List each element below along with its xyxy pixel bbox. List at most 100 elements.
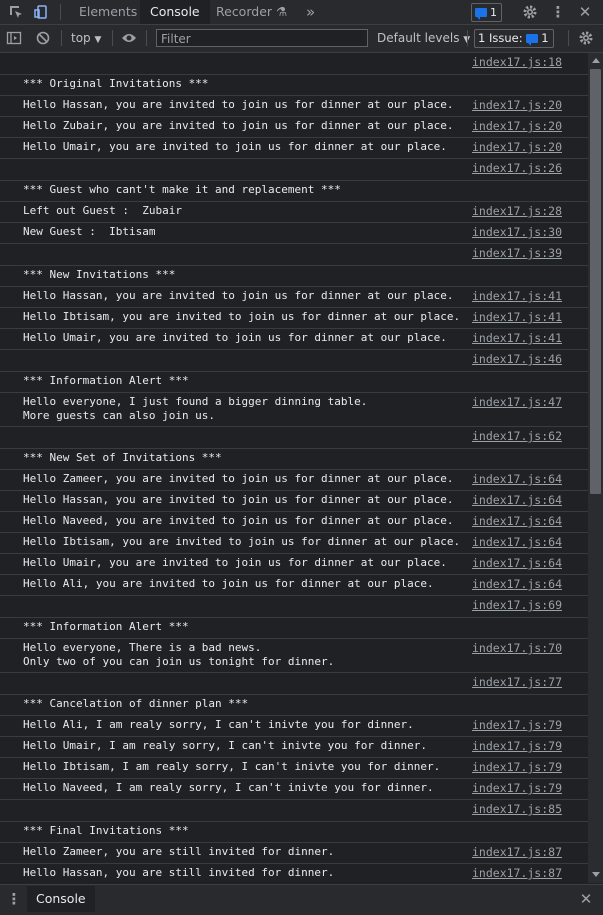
console-message-text: Hello Ibtisam, I am realy sorry, I can't… xyxy=(23,760,441,773)
source-link[interactable]: index17.js:70 xyxy=(472,641,562,655)
source-link[interactable]: index17.js:64 xyxy=(472,514,562,528)
source-link[interactable]: index17.js:64 xyxy=(472,556,562,570)
clear-console-icon[interactable] xyxy=(35,30,51,46)
log-levels-label: Default levels xyxy=(377,31,460,45)
console-message-text: Hello Zameer, you are still invited for … xyxy=(23,845,335,858)
source-link[interactable]: index17.js:77 xyxy=(472,675,562,689)
console-message-row: *** New Invitations *** xyxy=(0,266,588,287)
close-drawer-icon[interactable]: ✕ xyxy=(578,891,594,907)
console-message-row: Hello Zameer, you are invited to join us… xyxy=(0,470,588,491)
console-message-row: index17.js:18 xyxy=(0,53,588,75)
source-link[interactable]: index17.js:30 xyxy=(472,225,562,239)
inspect-element-icon[interactable] xyxy=(8,4,24,20)
console-message-text: *** New Invitations *** xyxy=(23,268,176,281)
console-message-row: Hello Hassan, you are still invited for … xyxy=(0,864,588,883)
source-link[interactable]: index17.js:64 xyxy=(472,493,562,507)
source-link[interactable]: index17.js:20 xyxy=(472,98,562,112)
issues-label: 1 Issue: xyxy=(478,31,523,45)
kebab-menu-icon[interactable]: ⋮ xyxy=(550,4,566,20)
issues-count: 1 xyxy=(541,31,549,45)
divider xyxy=(146,30,147,46)
divider xyxy=(568,30,569,46)
source-link[interactable]: index17.js:79 xyxy=(472,718,562,732)
console-message-text: Hello Naveed, I am realy sorry, I can't … xyxy=(23,781,434,794)
source-link[interactable]: index17.js:64 xyxy=(472,577,562,591)
scroll-up-icon[interactable] xyxy=(592,58,600,63)
console-message-row: *** Cancelation of dinner plan *** xyxy=(0,695,588,716)
console-message-text: *** Guest who cant't make it and replace… xyxy=(23,183,341,196)
console-message-row: Hello Umair, I am realy sorry, I can't i… xyxy=(0,737,588,758)
source-link[interactable]: index17.js:62 xyxy=(472,429,562,443)
console-message-text: Left out Guest : Zubair xyxy=(23,204,182,217)
source-link[interactable]: index17.js:20 xyxy=(472,140,562,154)
console-message-row: Hello everyone, I just found a bigger di… xyxy=(0,393,588,427)
console-message-text: Hello Hassan, you are invited to join us… xyxy=(23,98,454,111)
source-link[interactable]: index17.js:64 xyxy=(472,535,562,549)
context-label: top xyxy=(71,31,91,45)
tab-console[interactable]: Console xyxy=(140,0,210,24)
scroll-down-icon[interactable] xyxy=(592,872,600,877)
console-scrollbar[interactable] xyxy=(588,53,603,883)
console-output[interactable]: index17.js:18 *** Original Invitations **… xyxy=(0,53,588,883)
source-link[interactable]: index17.js:79 xyxy=(472,760,562,774)
source-link[interactable]: index17.js:79 xyxy=(472,739,562,753)
console-message-row: *** New Set of Invitations *** xyxy=(0,449,588,470)
console-message-text: Hello Naveed, you are invited to join us… xyxy=(23,514,454,527)
console-message-row: index17.js:39 xyxy=(0,244,588,266)
console-message-text: Hello Umair, you are invited to join us … xyxy=(23,140,447,153)
source-link[interactable]: index17.js:26 xyxy=(472,161,562,175)
console-message-row: index17.js:46 xyxy=(0,350,588,372)
source-link[interactable]: index17.js:41 xyxy=(472,331,562,345)
source-link[interactable]: index17.js:18 xyxy=(472,55,562,69)
issues-button[interactable]: 1 Issue: 1 xyxy=(474,29,554,48)
messages-badge[interactable]: 1 xyxy=(471,3,502,22)
context-selector[interactable]: top ▼ xyxy=(71,29,101,47)
source-link[interactable]: index17.js:39 xyxy=(472,246,562,260)
source-link[interactable]: index17.js:87 xyxy=(472,866,562,880)
console-message-row: index17.js:26 xyxy=(0,159,588,181)
drawer-menu-icon[interactable]: ⋮ xyxy=(6,891,22,907)
log-levels-dropdown[interactable]: Default levels ▼ xyxy=(377,29,470,47)
console-message-text: Hello Hassan, you are invited to join us… xyxy=(23,289,454,302)
source-link[interactable]: index17.js:47 xyxy=(472,395,562,409)
tab-elements[interactable]: Elements xyxy=(69,0,147,24)
console-message-text: Hello Ibtisam, you are invited to join u… xyxy=(23,310,461,323)
console-message-row: index17.js:62 xyxy=(0,427,588,449)
drawer-tab-console[interactable]: Console xyxy=(27,886,95,912)
sidebar-toggle-icon[interactable] xyxy=(6,30,22,46)
console-message-text: Hello everyone, I just found a bigger di… xyxy=(23,395,368,422)
tab-recorder[interactable]: Recorder ⚗ xyxy=(206,0,297,24)
device-toolbar-icon[interactable] xyxy=(33,4,49,20)
source-link[interactable]: index17.js:41 xyxy=(472,289,562,303)
filter-input[interactable]: Filter xyxy=(156,29,368,47)
console-message-row: Left out Guest : Zubair index17.js:28 xyxy=(0,202,588,223)
more-tabs-button[interactable]: » xyxy=(296,0,325,24)
source-link[interactable]: index17.js:79 xyxy=(472,781,562,795)
source-link[interactable]: index17.js:87 xyxy=(472,845,562,859)
message-icon xyxy=(475,8,487,20)
console-settings-gear-icon[interactable] xyxy=(578,30,594,46)
source-link[interactable]: index17.js:41 xyxy=(472,310,562,324)
console-message-text: New Guest : Ibtisam xyxy=(23,225,156,238)
console-message-text: Hello Ali, I am realy sorry, I can't ini… xyxy=(23,718,414,731)
source-link[interactable]: index17.js:46 xyxy=(472,352,562,366)
source-link[interactable]: index17.js:69 xyxy=(472,598,562,612)
source-link[interactable]: index17.js:28 xyxy=(472,204,562,218)
console-message-row: Hello Umair, you are invited to join us … xyxy=(0,138,588,159)
eye-icon[interactable] xyxy=(121,30,137,46)
console-message-text: Hello Umair, you are invited to join us … xyxy=(23,331,447,344)
source-link[interactable]: index17.js:20 xyxy=(472,119,562,133)
console-message-text: Hello Umair, I am realy sorry, I can't i… xyxy=(23,739,427,752)
bottom-drawer: ⋮ Console ✕ xyxy=(0,884,603,915)
divider xyxy=(112,30,113,46)
source-link[interactable]: index17.js:85 xyxy=(472,802,562,816)
source-link[interactable]: index17.js:64 xyxy=(472,472,562,486)
console-message-text: *** Final Invitations *** xyxy=(23,824,189,837)
scrollbar-thumb[interactable] xyxy=(590,69,601,494)
console-message-row: *** Information Alert *** xyxy=(0,372,588,393)
tab-recorder-label: Recorder xyxy=(216,4,273,19)
console-message-text: Hello Zubair, you are invited to join us… xyxy=(23,119,454,132)
console-message-row: Hello Hassan, you are invited to join us… xyxy=(0,96,588,117)
close-devtools-icon[interactable]: ✕ xyxy=(577,4,593,20)
settings-gear-icon[interactable] xyxy=(522,4,538,20)
